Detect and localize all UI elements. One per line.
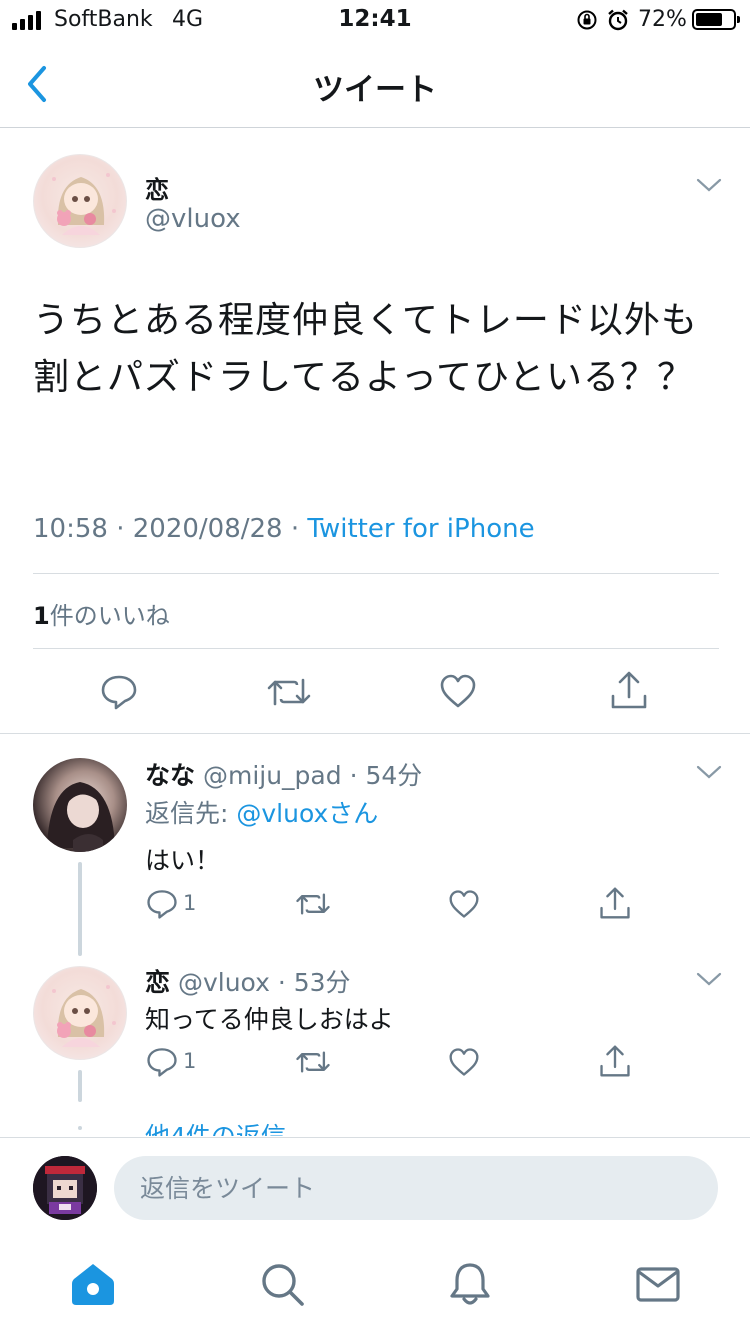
tweet-source-link[interactable]: Twitter for iPhone (307, 514, 534, 544)
thread-line (78, 862, 82, 956)
reply-count: 1 (183, 891, 197, 915)
home-icon[interactable] (70, 1261, 116, 1307)
divider (33, 573, 719, 574)
battery-percent: 72% (638, 7, 687, 32)
search-icon[interactable] (259, 1261, 305, 1307)
author-avatar[interactable] (33, 154, 127, 248)
more-replies-link[interactable]: 他4件の返信 (145, 1120, 286, 1136)
battery-icon (692, 9, 740, 30)
share-icon[interactable] (599, 886, 631, 920)
thread-dot (78, 1126, 82, 1130)
orientation-lock-icon (577, 10, 597, 30)
reply-time: 54分 (365, 761, 423, 790)
reply-time: 53分 (293, 968, 351, 997)
likes-label: 件のいいね (49, 602, 170, 630)
like-icon[interactable] (439, 673, 477, 709)
meta-separator: · (290, 514, 300, 544)
status-bar: SoftBank 4G 12:41 72% (0, 0, 750, 40)
like-icon[interactable] (448, 889, 480, 919)
reply-author-name[interactable]: 恋 (145, 968, 170, 997)
likes-summary[interactable]: 1件のいいね (33, 596, 170, 631)
tweet-meta: 10:58 · 2020/08/28 · Twitter for iPhone (33, 514, 535, 544)
thread-line (78, 1070, 82, 1102)
nav-bar: ツイート (0, 40, 750, 128)
chevron-down-icon[interactable] (696, 764, 722, 780)
reply-icon[interactable] (146, 888, 178, 920)
reply-icon[interactable] (100, 673, 138, 711)
retweet-icon[interactable] (266, 674, 312, 710)
battery-level (696, 13, 722, 26)
reply-to-label: 返信先: (145, 799, 237, 828)
chevron-down-icon[interactable] (696, 971, 722, 987)
reply-to-suffix: さん (328, 799, 379, 828)
retweet-icon[interactable] (295, 1048, 331, 1076)
reply-to: 返信先: @vluoxさん (145, 794, 378, 830)
reply-input[interactable] (114, 1156, 718, 1220)
retweet-icon[interactable] (295, 890, 331, 918)
divider (33, 648, 719, 649)
bell-icon[interactable] (447, 1261, 493, 1307)
chevron-down-icon[interactable] (696, 177, 722, 193)
reply-text: 知ってる仲良しおはよ (145, 1005, 394, 1034)
page-title: ツイート (313, 72, 437, 108)
tweet-text: うちとある程度仲良くてトレード以外も割とパズドラしてるよってひといる？？ (33, 300, 698, 398)
author-handle[interactable]: @vluox (145, 204, 241, 234)
reply-to-handle[interactable]: @vluox (236, 799, 328, 828)
alarm-icon (608, 9, 628, 31)
share-icon[interactable] (610, 670, 648, 710)
likes-count: 1 (33, 602, 50, 630)
author-name[interactable]: 恋 (145, 170, 169, 205)
tweet-date: 2020/08/28 (132, 514, 283, 544)
reply-avatar[interactable] (33, 966, 127, 1060)
reply-author-handle[interactable]: @vluox (178, 968, 270, 997)
meta-separator: · (116, 514, 125, 544)
share-icon[interactable] (599, 1044, 631, 1078)
reply-author-handle[interactable]: @miju_pad (203, 761, 342, 790)
tweet-time: 10:58 (33, 514, 108, 544)
divider (0, 733, 750, 734)
reply-compose-bar (0, 1137, 750, 1237)
reply-icon[interactable] (146, 1046, 178, 1078)
reply-text: はい！ (145, 846, 221, 875)
reply-avatar[interactable] (33, 758, 127, 852)
like-icon[interactable] (448, 1047, 480, 1077)
reply-author-name[interactable]: なな (145, 761, 195, 790)
reply-header: 恋 @vluox · 53分 (145, 968, 351, 997)
my-avatar[interactable] (33, 1156, 97, 1220)
reply-header: なな @miju_pad · 54分 (145, 761, 423, 790)
tab-bar (0, 1237, 750, 1334)
mail-icon[interactable] (635, 1261, 681, 1307)
reply-count: 1 (183, 1049, 197, 1073)
